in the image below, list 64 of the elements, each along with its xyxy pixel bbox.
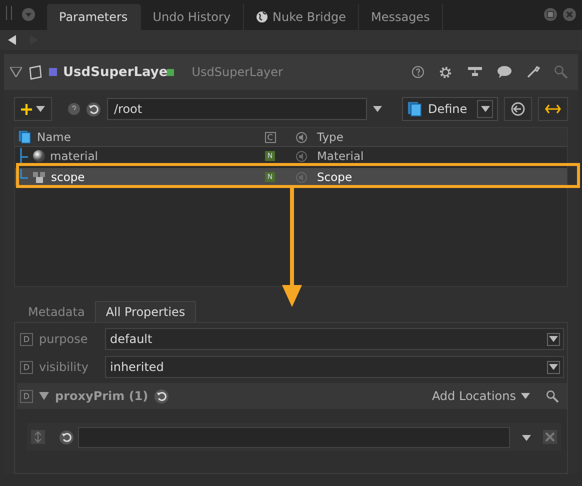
default-badge: D xyxy=(20,360,33,374)
add-locations-menu[interactable]: Add Locations xyxy=(432,389,530,403)
stack-icon xyxy=(18,130,32,144)
globe-icon xyxy=(256,11,268,23)
dropdown-icon xyxy=(373,106,382,112)
tree-item-type: Scope xyxy=(317,170,354,184)
float-icon[interactable] xyxy=(544,8,557,21)
settings-icon[interactable] xyxy=(438,64,453,80)
caret-icon xyxy=(521,393,530,399)
double-arrow-icon xyxy=(545,104,561,114)
sphere-icon xyxy=(33,150,45,162)
expand-icon[interactable] xyxy=(39,392,49,400)
panel-tab[interactable]: Parameters xyxy=(47,4,141,30)
revert-icon[interactable] xyxy=(154,388,170,404)
value-dropdown[interactable]: inherited xyxy=(105,356,564,378)
group-title: proxyPrim (1) xyxy=(55,389,148,403)
default-badge: D xyxy=(20,332,33,346)
hierarchy-icon[interactable] xyxy=(467,66,483,78)
property-tab[interactable]: Metadata xyxy=(18,302,95,322)
column-header[interactable]: C xyxy=(264,132,276,142)
expand-icon[interactable] xyxy=(10,67,22,77)
tree-item-name: scope xyxy=(51,170,85,184)
stack-icon xyxy=(407,101,423,117)
flag-icon xyxy=(49,68,57,76)
default-badge: D xyxy=(20,390,33,402)
field-label: purpose xyxy=(39,332,89,346)
wrench-icon[interactable] xyxy=(526,65,540,79)
path-field[interactable]: /root xyxy=(107,98,367,120)
caret-icon xyxy=(549,364,558,370)
back-icon[interactable] xyxy=(8,35,16,45)
value-dropdown[interactable]: default xyxy=(105,328,564,350)
speaker-icon[interactable] xyxy=(296,132,306,142)
dropdown-icon xyxy=(522,435,531,441)
tree-item-type: Material xyxy=(317,149,365,163)
caret-icon xyxy=(549,336,558,342)
tree-item-name: material xyxy=(50,149,98,163)
column-header[interactable]: Name xyxy=(37,130,71,144)
plus-icon xyxy=(21,104,32,114)
revert-icon[interactable] xyxy=(59,430,74,444)
location-field[interactable] xyxy=(78,426,510,448)
property-tab[interactable]: All Properties xyxy=(94,301,196,322)
flag-icon xyxy=(166,68,174,76)
caret-icon xyxy=(36,106,45,112)
speaker-icon xyxy=(296,172,306,182)
arrow-left-icon xyxy=(511,102,525,116)
comment-icon[interactable] xyxy=(497,65,512,79)
add-button[interactable] xyxy=(14,97,52,121)
drag-handle-icon[interactable] xyxy=(31,430,45,444)
search-icon[interactable] xyxy=(546,390,559,402)
help-icon[interactable] xyxy=(68,103,80,115)
node-type: UsdSuperLayer xyxy=(192,65,283,79)
swap-button[interactable] xyxy=(538,97,568,121)
revert-icon[interactable] xyxy=(86,102,101,116)
column-header[interactable]: Type xyxy=(317,130,567,144)
cubes-icon xyxy=(33,171,46,183)
field-label: visibility xyxy=(39,360,90,374)
caret-icon xyxy=(480,106,490,112)
node-name: UsdSuperLaye xyxy=(63,64,168,80)
speaker-icon xyxy=(296,150,306,162)
back-arrow-button[interactable] xyxy=(504,97,532,121)
help-icon[interactable] xyxy=(412,66,424,78)
page-icon xyxy=(28,64,43,80)
tree-line-icon xyxy=(18,148,28,164)
mode-dropdown[interactable]: Define xyxy=(402,97,498,121)
